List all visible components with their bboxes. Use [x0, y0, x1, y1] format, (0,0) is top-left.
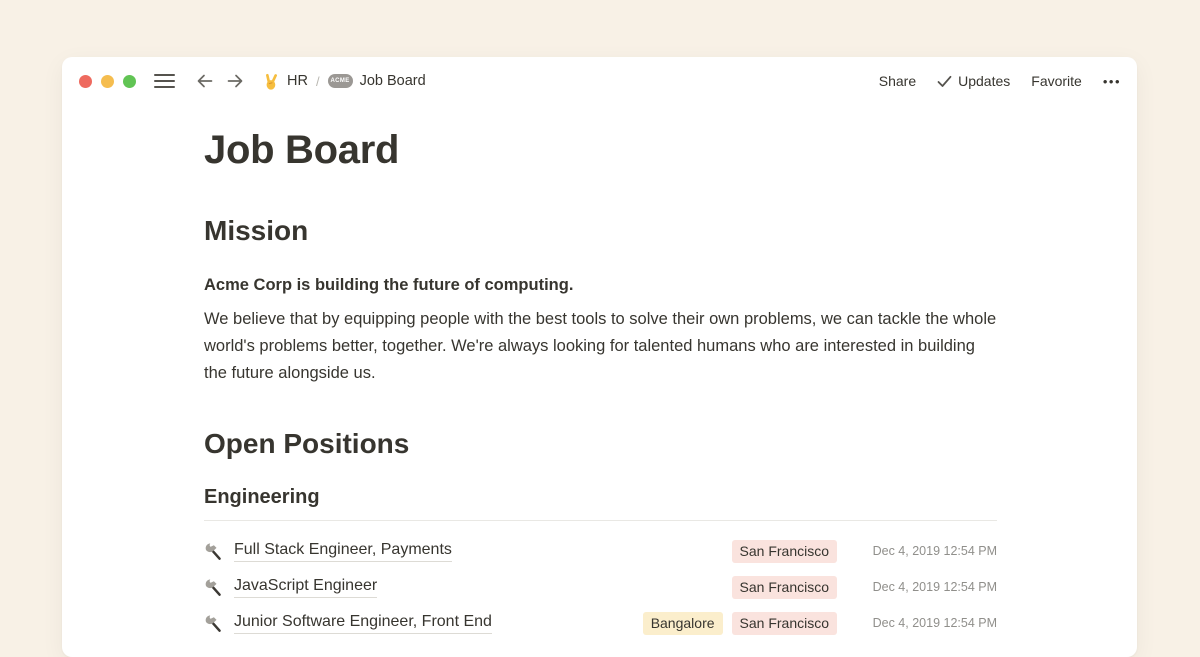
more-options-button[interactable]: ••• [1103, 74, 1121, 89]
job-list: Full Stack Engineer, Payments San Franci… [204, 533, 997, 641]
acme-badge-icon: ACME [328, 74, 353, 88]
arrow-left-icon [195, 72, 215, 90]
location-tag: San Francisco [732, 612, 837, 635]
hammer-icon [204, 578, 223, 597]
updates-button-label: Updates [958, 73, 1010, 89]
hamburger-menu-icon[interactable] [154, 74, 175, 89]
job-link[interactable]: Junior Software Engineer, Front End [234, 613, 492, 634]
page-title: Job Board [204, 126, 997, 174]
breadcrumb-workspace[interactable]: HR [263, 73, 308, 90]
breadcrumb-page[interactable]: ACME Job Board [328, 73, 426, 89]
job-date: Dec 4, 2019 12:54 PM [845, 544, 997, 558]
share-button[interactable]: Share [879, 73, 916, 89]
location-tag: San Francisco [732, 576, 837, 599]
toolbar-actions: Share Updates Favorite ••• [879, 73, 1121, 89]
favorite-button[interactable]: Favorite [1031, 73, 1082, 89]
close-window-button[interactable] [79, 75, 92, 88]
mission-lead-text: Acme Corp is building the future of comp… [204, 272, 997, 298]
mission-heading: Mission [204, 214, 997, 248]
location-tag: Bangalore [643, 612, 723, 635]
job-link[interactable]: JavaScript Engineer [234, 577, 377, 598]
victory-hand-icon [263, 73, 280, 90]
breadcrumb-page-label: Job Board [360, 73, 426, 89]
job-row: JavaScript Engineer San Francisco Dec 4,… [204, 569, 997, 605]
job-date: Dec 4, 2019 12:54 PM [845, 616, 997, 630]
job-date: Dec 4, 2019 12:54 PM [845, 580, 997, 594]
window-controls [79, 75, 136, 88]
window-toolbar: HR / ACME Job Board Share Updates Favori… [62, 57, 1137, 99]
zoom-window-button[interactable] [123, 75, 136, 88]
job-row: Full Stack Engineer, Payments San Franci… [204, 533, 997, 569]
breadcrumb: HR / ACME Job Board [263, 73, 426, 90]
job-link[interactable]: Full Stack Engineer, Payments [234, 541, 452, 562]
breadcrumb-workspace-label: HR [287, 73, 308, 89]
job-row: Junior Software Engineer, Front End Bang… [204, 605, 997, 641]
location-tag: San Francisco [732, 540, 837, 563]
engineering-group-heading: Engineering [204, 485, 997, 510]
open-positions-heading: Open Positions [204, 427, 997, 461]
page-content: Job Board Mission Acme Corp is building … [62, 126, 1137, 641]
forward-button[interactable] [225, 72, 245, 90]
check-icon [937, 75, 952, 88]
minimize-window-button[interactable] [101, 75, 114, 88]
arrow-right-icon [225, 72, 245, 90]
section-divider [204, 520, 997, 521]
breadcrumb-separator: / [316, 74, 320, 89]
mission-body-text: We believe that by equipping people with… [204, 306, 997, 387]
back-button[interactable] [195, 72, 215, 90]
app-window: HR / ACME Job Board Share Updates Favori… [62, 57, 1137, 657]
hammer-icon [204, 542, 223, 561]
updates-button[interactable]: Updates [937, 73, 1010, 89]
